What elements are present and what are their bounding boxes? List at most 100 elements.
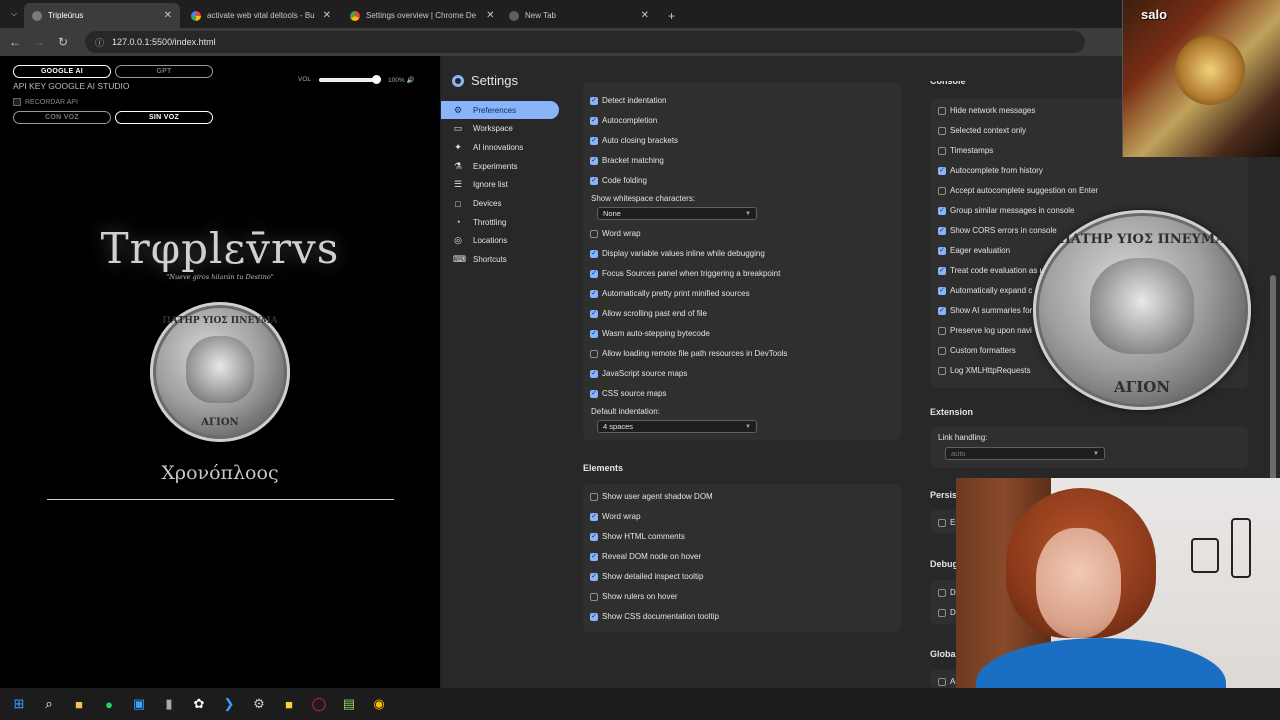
console-option[interactable]: Accept autocomplete suggestion on Enter [938,186,1098,195]
checkbox-checked[interactable]: ✓ [590,552,598,561]
checkbox[interactable] [938,518,946,527]
checkbox-checked[interactable]: ✓ [938,306,946,315]
forward-icon[interactable]: → [27,30,51,54]
tab-tripleurus[interactable]: Tripleūrus ✕ [24,3,180,28]
checkbox-checked[interactable]: ✓ [590,369,598,378]
checkbox[interactable] [938,146,946,155]
checkbox[interactable] [938,186,946,195]
checkbox-checked[interactable]: ✓ [938,246,946,255]
sources-option[interactable]: ✓ Bracket matching [590,156,664,165]
checkbox[interactable] [590,229,598,238]
console-option[interactable]: ✓ Eager evaluation [938,246,1010,255]
gpt-button[interactable]: GPT [115,65,213,78]
console-option[interactable]: Hide network messages [938,106,1035,115]
checkbox-checked[interactable]: ✓ [590,269,598,278]
whatsapp-icon[interactable]: ● [100,695,118,713]
tab-search-icon[interactable]: ⌵ [2,2,26,26]
back-icon[interactable]: ← [3,30,27,54]
checkbox-box[interactable] [13,98,21,106]
debug-option[interactable]: Di [938,588,958,597]
console-option[interactable]: ✓ Show CORS errors in console [938,226,1057,235]
close-tab-icon[interactable]: ✕ [323,10,331,21]
site-info-icon[interactable]: ⓘ [95,36,104,49]
close-tab-icon[interactable]: ✕ [486,10,494,21]
console-option[interactable]: ✓ Autocomplete from history [938,166,1043,175]
checkbox[interactable] [590,592,598,601]
checkbox-checked[interactable]: ✓ [590,389,598,398]
address-bar[interactable]: ⓘ 127.0.0.1:5500/index.html [85,31,1085,53]
sources-option[interactable]: ✓ Allow scrolling past end of file [590,309,707,318]
checkbox[interactable] [590,349,598,358]
sources-option[interactable]: ✓ Wasm auto-stepping bytecode [590,329,710,338]
debug-option[interactable]: Di [938,608,958,617]
google-ai-button[interactable]: GOOGLE AI [13,65,111,78]
checkbox-checked[interactable]: ✓ [938,166,946,175]
sources-option[interactable]: Allow loading remote file path resources… [590,349,787,358]
checkbox-checked[interactable]: ✓ [590,96,598,105]
sources-option[interactable]: ✓ Display variable values inline while de… [590,249,765,258]
tab-settings-overview[interactable]: Settings overview | Chrome De ✕ [342,3,498,28]
checkbox[interactable] [938,326,946,335]
search-icon[interactable]: ⌕ [40,695,58,713]
checkbox[interactable] [938,677,946,686]
checkbox[interactable] [938,366,946,375]
sources-option[interactable]: Word wrap [590,229,641,238]
elements-option[interactable]: ✓ Show CSS documentation tooltip [590,612,719,621]
notepad-icon[interactable]: ▮ [160,695,178,713]
remember-api-checkbox[interactable]: RECORDAR API [13,98,78,106]
close-tab-icon[interactable]: ✕ [641,10,649,21]
new-tab-button[interactable]: + [660,3,682,28]
console-option[interactable]: Log XMLHttpRequests [938,366,1031,375]
store-icon[interactable]: ▣ [130,695,148,713]
link-handling-select[interactable]: auto ▼ [945,447,1105,460]
indent-select[interactable]: 4 spaces ▼ [597,420,757,433]
chatgpt-icon[interactable]: ✿ [190,695,208,713]
elements-option[interactable]: Show rulers on hover [590,592,678,601]
checkbox[interactable] [938,346,946,355]
checkbox[interactable] [938,126,946,135]
sources-option[interactable]: ✓ Focus Sources panel when triggering a b… [590,269,780,278]
opera-icon[interactable]: ◯ [310,695,328,713]
elements-option[interactable]: ✓ Show detailed inspect tooltip [590,572,703,581]
checkbox-checked[interactable]: ✓ [590,156,598,165]
checkbox-checked[interactable]: ✓ [590,309,598,318]
reload-icon[interactable]: ↻ [51,30,75,54]
console-option[interactable]: ✓ Treat code evaluation as u [938,266,1044,275]
tab-search[interactable]: activate web vital deltools - Bu ✕ [183,3,339,28]
sources-option[interactable]: ✓ Autocompletion [590,116,657,125]
chrome-icon[interactable]: ◉ [370,695,388,713]
elements-option[interactable]: ✓ Word wrap [590,512,641,521]
checkbox-checked[interactable]: ✓ [590,136,598,145]
checkbox[interactable] [938,106,946,115]
console-option[interactable]: ✓ Automatically expand c [938,286,1032,295]
sticky-notes-icon[interactable]: ■ [280,695,298,713]
checkbox[interactable] [938,608,946,617]
checkbox-checked[interactable]: ✓ [590,572,598,581]
scrollbar[interactable] [1270,275,1276,480]
checkbox-checked[interactable]: ✓ [590,116,598,125]
sources-option[interactable]: ✓ CSS source maps [590,389,666,398]
nav-item-locations[interactable]: ◎ Locations [441,232,559,250]
checkbox-checked[interactable]: ✓ [590,329,598,338]
vscode-icon[interactable]: ❯ [220,695,238,713]
console-option[interactable]: Custom formatters [938,346,1016,355]
console-option[interactable]: Selected context only [938,126,1026,135]
checkbox[interactable] [938,588,946,597]
nav-item-preferences[interactable]: ⚙ Preferences [441,101,559,119]
checkbox-checked[interactable]: ✓ [590,512,598,521]
con-voz-button[interactable]: CON VOZ [13,111,111,124]
console-option[interactable]: ✓ Group similar messages in console [938,206,1075,215]
nav-item-workspace[interactable]: ▭ Workspace [441,120,559,138]
console-option[interactable]: ✓ Show AI summaries for [938,306,1032,315]
checkbox-checked[interactable]: ✓ [938,226,946,235]
windows-icon[interactable]: ⊞ [10,695,28,713]
checkbox-checked[interactable]: ✓ [938,286,946,295]
volume-thumb[interactable] [372,75,381,84]
checkbox-checked[interactable]: ✓ [590,532,598,541]
checkbox-checked[interactable]: ✓ [590,612,598,621]
checkbox-checked[interactable]: ✓ [590,176,598,185]
checkbox[interactable] [590,492,598,501]
sources-option[interactable]: ✓ Auto closing brackets [590,136,678,145]
nav-item-ignore-list[interactable]: ☰ Ignore list [441,176,559,194]
nav-item-throttling[interactable]: ◔ Throttling [441,213,559,231]
